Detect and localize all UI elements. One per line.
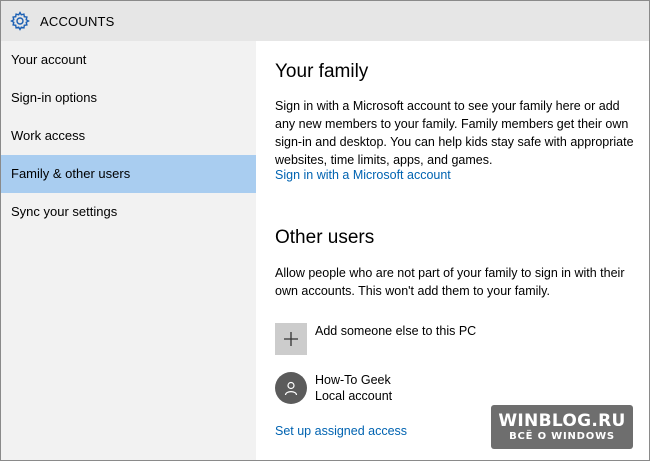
watermark-sub-text: ВСЁ О WINDOWS: [509, 431, 615, 442]
title-bar: ACCOUNTS: [1, 1, 649, 41]
sidebar-item-sign-in-options[interactable]: Sign-in options: [1, 79, 256, 117]
family-description: Sign in with a Microsoft account to see …: [275, 99, 634, 167]
user-icon: [284, 381, 298, 396]
other-users-description: Allow people who are not part of your fa…: [275, 266, 625, 298]
watermark-main-text: WINBLOG.RU: [498, 411, 626, 431]
family-heading: Your family: [275, 61, 369, 82]
settings-window: ACCOUNTS Your account Sign-in options Wo…: [0, 0, 650, 461]
sidebar-item-work-access[interactable]: Work access: [1, 117, 256, 155]
user-account-type: Local account: [315, 389, 393, 403]
other-users-heading: Other users: [275, 227, 375, 248]
microsoft-sign-in-link[interactable]: Sign in with a Microsoft account: [275, 168, 451, 182]
sidebar-item-sync-settings[interactable]: Sync your settings: [1, 193, 256, 231]
sidebar-item-your-account[interactable]: Your account: [1, 41, 256, 79]
add-user-button[interactable]: [275, 323, 307, 355]
avatar[interactable]: [275, 372, 307, 404]
watermark-logo: WINBLOG.RU ВСЁ О WINDOWS: [491, 405, 633, 449]
gear-icon: [10, 11, 30, 31]
sidebar: Your account Sign-in options Work access…: [1, 41, 256, 460]
assigned-access-link[interactable]: Set up assigned access: [275, 424, 407, 438]
user-name[interactable]: How-To Geek: [315, 373, 391, 387]
add-user-label[interactable]: Add someone else to this PC: [315, 324, 476, 338]
window-title: ACCOUNTS: [40, 13, 115, 29]
plus-icon: [284, 332, 298, 346]
main-content: Your family Sign in with a Microsoft acc…: [256, 41, 649, 460]
sidebar-item-family-other-users[interactable]: Family & other users: [1, 155, 256, 193]
